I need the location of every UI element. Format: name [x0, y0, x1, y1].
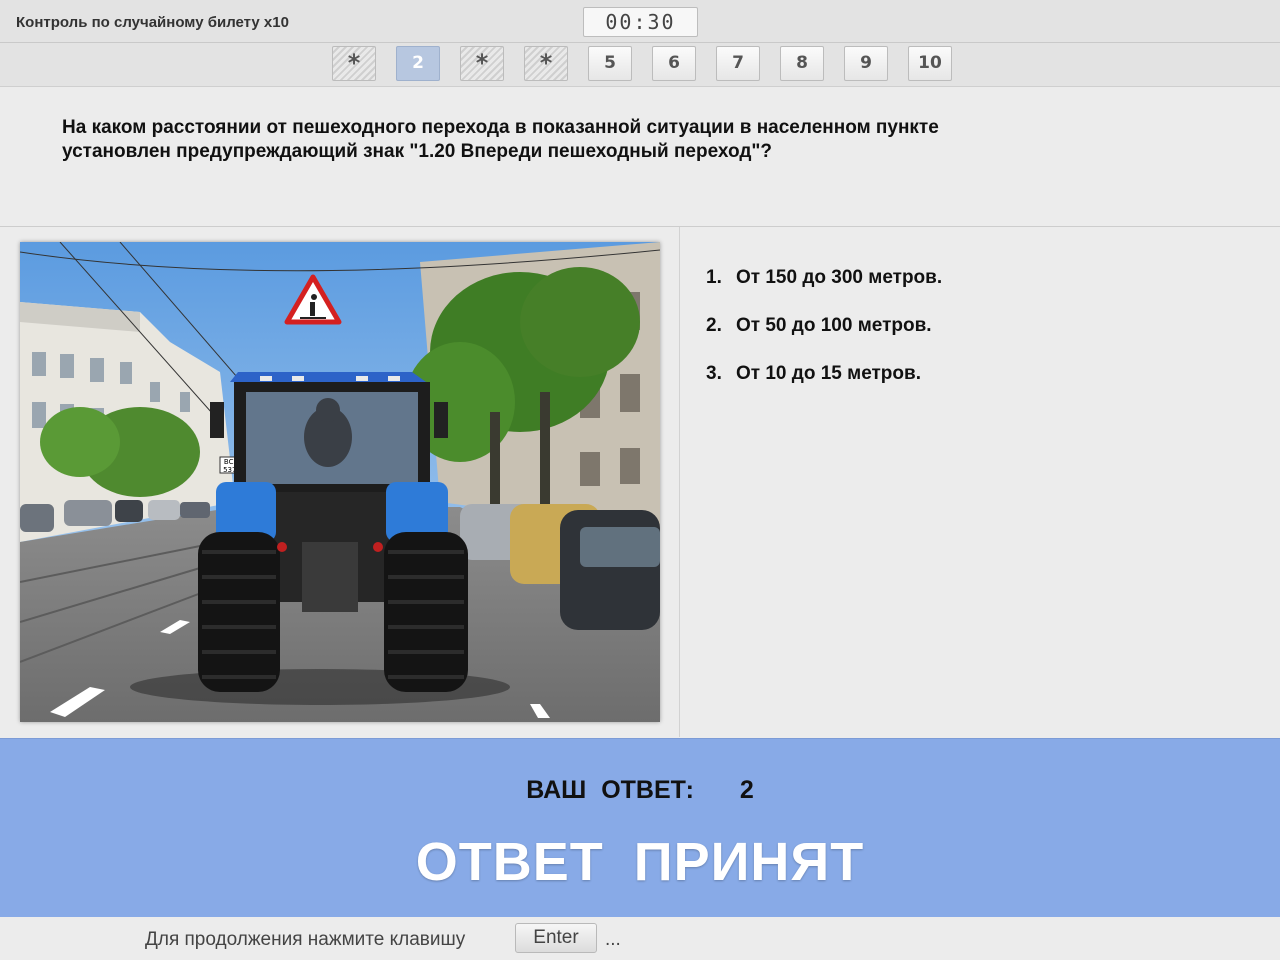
answer-number: 3.	[706, 363, 722, 384]
answer-options: 1. От 150 до 300 метров. 2. От 50 до 100 м…	[706, 267, 1266, 411]
question-button-3[interactable]: *	[460, 46, 504, 81]
answer-option-2[interactable]: 2. От 50 до 100 метров.	[706, 315, 1266, 363]
continue-prompt: Для продолжения нажмите клавишу	[145, 929, 466, 950]
footer: Для продолжения нажмите клавишу Enter ..…	[0, 917, 1280, 960]
question-button-4[interactable]: *	[524, 46, 568, 81]
result-panel: ВАШ ОТВЕТ: 2 ОТВЕТ ПРИНЯТ	[0, 738, 1280, 917]
title-bar: Контроль по случайному билету x10 00:30	[0, 0, 1280, 43]
question-button-6[interactable]: 6	[652, 46, 696, 81]
answer-number: 2.	[706, 315, 722, 336]
question-button-9[interactable]: 9	[844, 46, 888, 81]
image-pane: ВС·1 5376	[0, 227, 680, 737]
answer-option-1[interactable]: 1. От 150 до 300 метров.	[706, 267, 1266, 315]
answer-option-3[interactable]: 3. От 10 до 15 метров.	[706, 363, 1266, 411]
your-answer: ВАШ ОТВЕТ: 2	[0, 776, 1280, 805]
answer-text: От 150 до 300 метров.	[736, 267, 943, 288]
answer-text: От 10 до 15 метров.	[736, 363, 921, 384]
question-button-7[interactable]: 7	[716, 46, 760, 81]
question-line-2: установлен предупреждающий знак "1.20 Вп…	[62, 141, 773, 162]
question-button-2[interactable]: 2	[396, 46, 440, 81]
question-navigation: * 2 * * 5 6 7 8 9 10	[0, 43, 1280, 87]
situation-photo: ВС·1 5376	[20, 242, 660, 722]
your-answer-label: ВАШ ОТВЕТ:	[526, 776, 694, 804]
question-button-5[interactable]: 5	[588, 46, 632, 81]
tractor-street-illustration: ВС·1 5376	[20, 242, 660, 722]
question-button-8[interactable]: 8	[780, 46, 824, 81]
enter-key-button[interactable]: Enter	[515, 923, 597, 953]
answer-text: От 50 до 100 метров.	[736, 315, 932, 336]
question-text: На каком расстоянии от пешеходного перех…	[62, 116, 1112, 164]
question-button-1[interactable]: *	[332, 46, 376, 81]
window-title: Контроль по случайному билету x10	[16, 14, 289, 31]
question-button-10[interactable]: 10	[908, 46, 952, 81]
question-line-1: На каком расстоянии от пешеходного перех…	[62, 117, 939, 138]
your-answer-value: 2	[739, 776, 754, 804]
answer-status: ОТВЕТ ПРИНЯТ	[415, 832, 865, 892]
answer-number: 1.	[706, 267, 722, 288]
question-panel: На каком расстоянии от пешеходного перех…	[0, 87, 1280, 227]
countdown-timer: 00:30	[583, 7, 698, 37]
prompt-ellipsis: ...	[605, 929, 621, 950]
